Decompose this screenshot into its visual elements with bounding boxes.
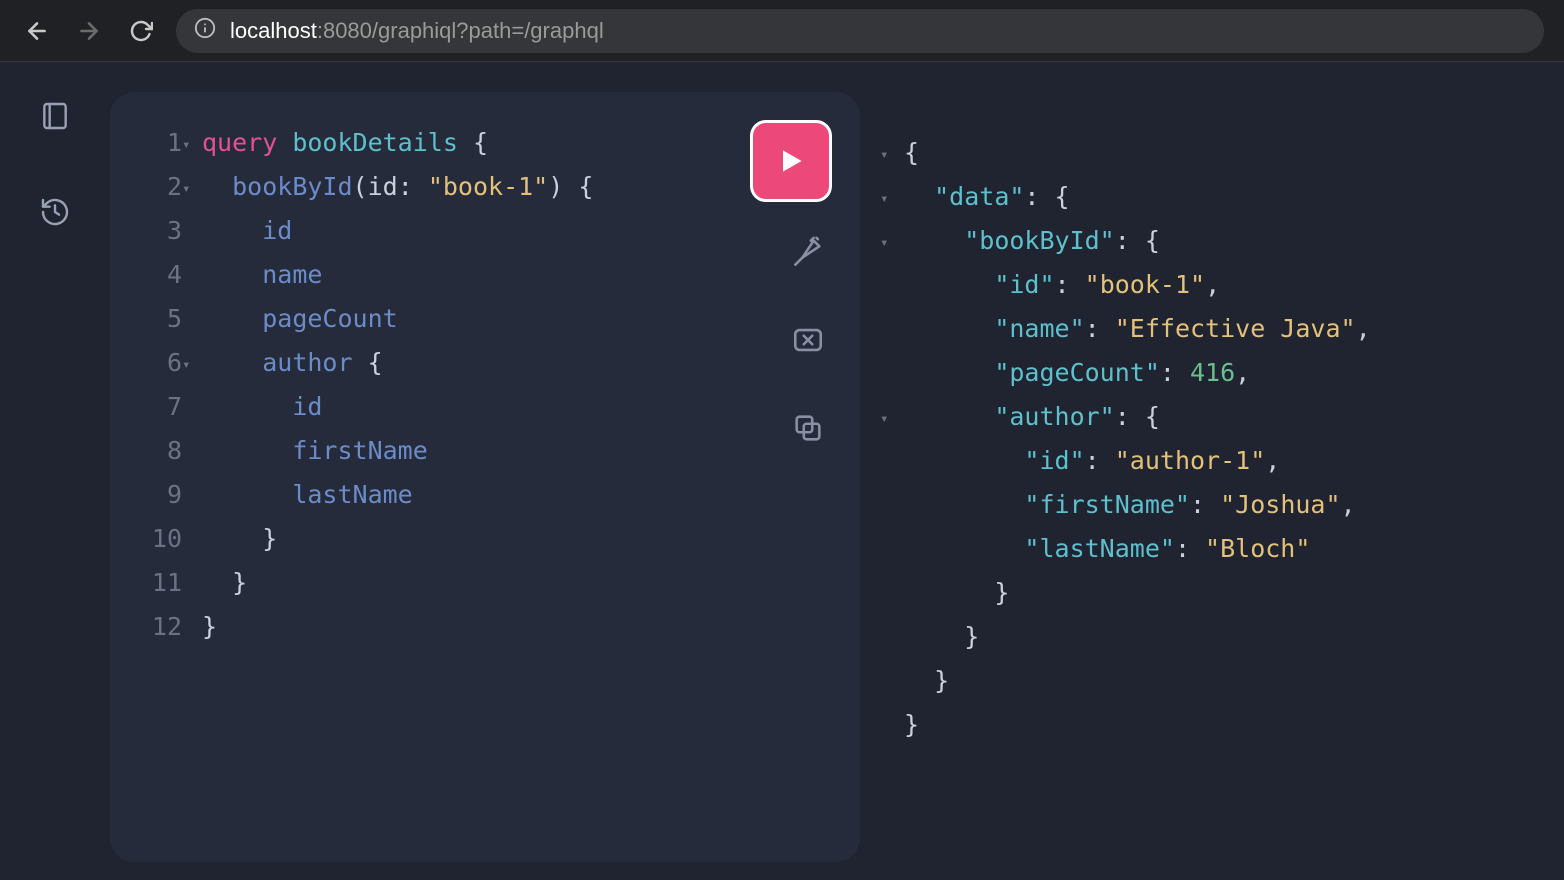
url-bar[interactable]: localhost:8080/graphiql?path=/graphql [176, 9, 1544, 53]
url-host: localhost [230, 18, 317, 43]
docs-icon[interactable] [35, 96, 75, 136]
main-split: 1▾query bookDetails {2▾ bookById(id: "bo… [110, 62, 1564, 880]
query-editor[interactable]: 1▾query bookDetails {2▾ bookById(id: "bo… [138, 122, 832, 650]
url-port: :8080 [317, 18, 372, 43]
run-button[interactable] [750, 120, 832, 202]
editor-tools [788, 232, 828, 448]
browser-toolbar: localhost:8080/graphiql?path=/graphql [0, 0, 1564, 62]
info-icon [194, 17, 216, 45]
back-button[interactable] [20, 14, 54, 48]
query-editor-panel: 1▾query bookDetails {2▾ bookById(id: "bo… [110, 92, 860, 862]
copy-icon[interactable] [788, 408, 828, 448]
sidebar-rail [0, 62, 110, 880]
merge-icon[interactable] [788, 320, 828, 360]
response-viewer[interactable]: ▾{▾ "data": {▾ "bookById": { "id": "book… [880, 132, 1534, 748]
response-panel: ▾{▾ "data": {▾ "bookById": { "id": "book… [860, 92, 1564, 862]
prettify-icon[interactable] [788, 232, 828, 272]
url-text: localhost:8080/graphiql?path=/graphql [230, 18, 604, 44]
history-icon[interactable] [35, 192, 75, 232]
reload-button[interactable] [124, 14, 158, 48]
forward-button[interactable] [72, 14, 106, 48]
app-root: 1▾query bookDetails {2▾ bookById(id: "bo… [0, 62, 1564, 880]
url-path: /graphiql?path=/graphql [372, 18, 604, 43]
